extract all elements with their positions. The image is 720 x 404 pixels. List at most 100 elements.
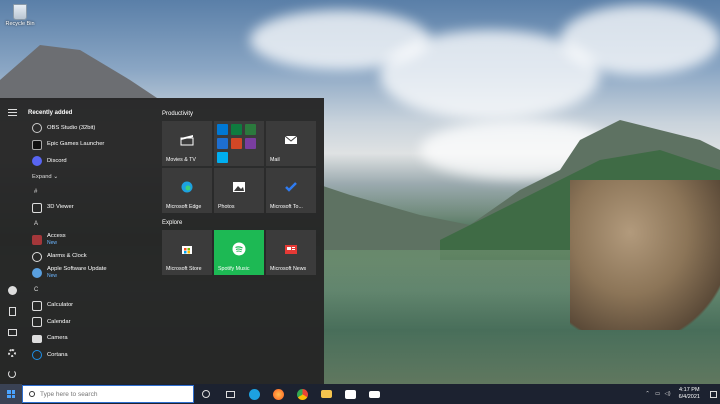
- access-icon: [32, 235, 42, 246]
- tile-label: Movies & TV: [166, 157, 196, 163]
- spotify-icon: [232, 242, 246, 256]
- app-obs-studio[interactable]: OBS Studio (32bit): [28, 120, 154, 137]
- app-name: Cortana: [47, 351, 68, 358]
- hamburger-menu-icon[interactable]: [6, 106, 18, 118]
- tile-photos[interactable]: Photos: [214, 168, 264, 213]
- expand-button[interactable]: Expand ⌄: [28, 170, 154, 184]
- edge-icon: [248, 388, 260, 400]
- alarm-clock-icon: [32, 251, 42, 262]
- camera-icon: [32, 334, 42, 343]
- taskbar-edge[interactable]: [242, 384, 266, 404]
- taskbar-file-explorer[interactable]: [314, 384, 338, 404]
- productivity-group-header[interactable]: Productivity: [162, 106, 318, 121]
- recycle-bin-desktop-icon[interactable]: Recycle Bin: [4, 4, 36, 27]
- app-name: OBS Studio (32bit): [47, 124, 96, 131]
- app-discord[interactable]: Discord: [28, 153, 154, 170]
- section-letter-hash[interactable]: #: [28, 184, 154, 200]
- calendar-icon: [32, 317, 42, 328]
- tile-label: Microsoft News: [270, 266, 307, 272]
- folder-icon: [320, 390, 332, 398]
- cortana-icon: [32, 350, 42, 361]
- app-epic-games-launcher[interactable]: Epic Games Launcher: [28, 137, 154, 154]
- app-list: Recently added OBS Studio (32bit) Epic G…: [28, 106, 154, 364]
- tile-area: Productivity Movies & TV Mail Microsoft …: [162, 106, 318, 275]
- taskbar-search-box[interactable]: [22, 385, 194, 403]
- app-name: Calculator: [47, 302, 74, 309]
- app-3d-viewer[interactable]: 3D Viewer: [28, 200, 154, 217]
- new-badge: New: [47, 240, 58, 247]
- power-icon[interactable]: [6, 368, 18, 380]
- clock-date: 6/4/2021: [678, 394, 700, 400]
- start-menu-rail: [0, 98, 24, 384]
- tile-microsoft-edge[interactable]: Microsoft Edge: [162, 168, 212, 213]
- clock-time: 4:17 PM: [679, 387, 700, 393]
- recycle-bin-label: Recycle Bin: [5, 21, 35, 27]
- news-icon: [285, 244, 297, 254]
- app-cortana[interactable]: Cortana: [28, 347, 154, 364]
- chrome-icon: [296, 388, 308, 400]
- app-calendar[interactable]: Calendar: [28, 314, 154, 331]
- task-view-button[interactable]: [218, 384, 242, 404]
- todo-icon: [285, 182, 297, 192]
- app-name: Access: [47, 233, 66, 240]
- search-input[interactable]: [40, 390, 180, 398]
- mail-icon: [284, 135, 298, 144]
- search-icon: [29, 391, 35, 397]
- network-icon[interactable]: ▭: [653, 391, 663, 397]
- firefox-icon: [272, 388, 284, 400]
- app-name: Alarms & Clock: [47, 253, 87, 260]
- start-button[interactable]: [0, 384, 22, 404]
- cortana-button[interactable]: [194, 384, 218, 404]
- tile-label: Microsoft To...: [270, 204, 303, 210]
- tile-label: Microsoft Store: [166, 266, 202, 272]
- tile-label: Photos: [218, 204, 235, 210]
- cube-icon: [32, 202, 42, 213]
- system-tray: ⌃ ▭ ◁) 4:17 PM 6/4/2021: [643, 384, 720, 404]
- tile-movies-tv[interactable]: Movies & TV: [162, 121, 212, 166]
- calculator-icon: [32, 300, 42, 311]
- volume-icon[interactable]: ◁): [663, 391, 673, 397]
- app-alarms-clock[interactable]: Alarms & Clock: [28, 249, 154, 266]
- app-name: Calendar: [47, 318, 71, 325]
- settings-gear-icon[interactable]: [6, 347, 18, 359]
- app-name: 3D Viewer: [47, 204, 74, 211]
- taskbar-mail[interactable]: [362, 384, 386, 404]
- tile-label: Mail: [270, 157, 280, 163]
- documents-icon[interactable]: [6, 305, 18, 317]
- tile-mail[interactable]: Mail: [266, 121, 316, 166]
- recycle-bin-icon: [13, 4, 27, 20]
- windows-logo-icon: [7, 390, 15, 398]
- app-name: Camera: [47, 335, 68, 342]
- notification-center-button[interactable]: [706, 384, 720, 404]
- new-badge: New: [47, 273, 58, 280]
- app-apple-software-update[interactable]: Apple Software Update New: [28, 265, 154, 282]
- section-letter-a[interactable]: A: [28, 216, 154, 232]
- cortana-circle-icon: [202, 390, 210, 398]
- taskbar-firefox[interactable]: [266, 384, 290, 404]
- app-camera[interactable]: Camera: [28, 331, 154, 348]
- explore-group-header[interactable]: Explore: [162, 215, 318, 230]
- tile-spotify-music[interactable]: Spotify Music: [214, 230, 264, 275]
- taskbar-chrome[interactable]: [290, 384, 314, 404]
- tile-office-apps[interactable]: [214, 121, 264, 166]
- mail-icon: [368, 390, 380, 398]
- tile-microsoft-store[interactable]: Microsoft Store: [162, 230, 212, 275]
- taskbar: ⌃ ▭ ◁) 4:17 PM 6/4/2021: [0, 384, 720, 404]
- clock[interactable]: 4:17 PM 6/4/2021: [673, 387, 706, 401]
- tile-label: Microsoft Edge: [166, 204, 202, 210]
- obs-icon: [32, 123, 42, 134]
- clapper-icon: [180, 134, 194, 146]
- chevron-up-icon[interactable]: ⌃: [643, 391, 653, 397]
- app-calculator[interactable]: Calculator: [28, 298, 154, 315]
- taskbar-store[interactable]: [338, 384, 362, 404]
- app-access[interactable]: Access New: [28, 232, 154, 249]
- pictures-icon[interactable]: [6, 326, 18, 338]
- discord-icon: [32, 156, 42, 167]
- tile-microsoft-todo[interactable]: Microsoft To...: [266, 168, 316, 213]
- section-letter-c[interactable]: C: [28, 282, 154, 298]
- user-avatar-icon[interactable]: [6, 284, 18, 296]
- tile-microsoft-news[interactable]: Microsoft News: [266, 230, 316, 275]
- photos-icon: [233, 181, 245, 192]
- tile-label: Spotify Music: [218, 266, 250, 272]
- recently-added-header: Recently added: [28, 110, 73, 116]
